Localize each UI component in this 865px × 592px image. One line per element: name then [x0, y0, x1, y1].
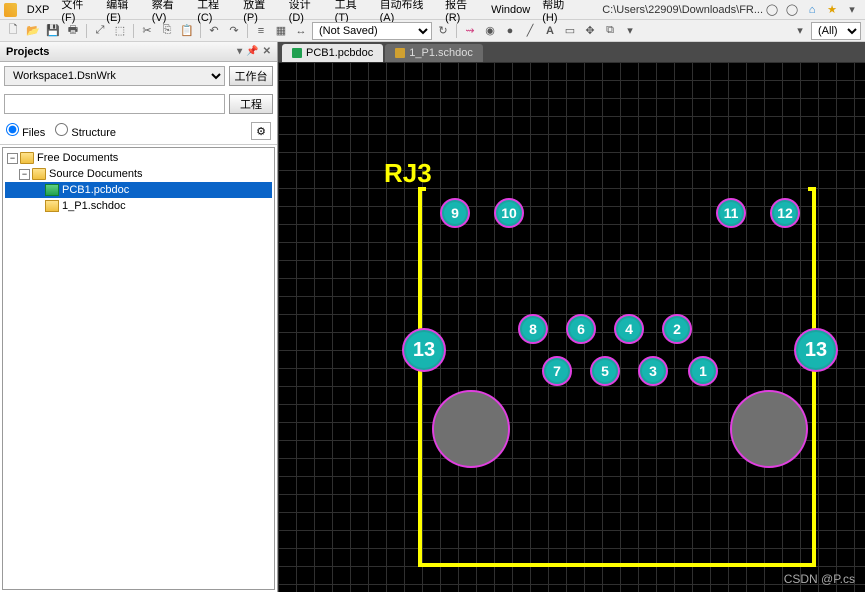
open-icon[interactable]: 📂	[24, 22, 42, 40]
redo-icon[interactable]: ↷	[225, 22, 243, 40]
menu-window[interactable]: Window	[485, 4, 536, 16]
via-icon[interactable]: ◉	[481, 22, 499, 40]
save-state-combo[interactable]: (Not Saved)	[312, 22, 432, 40]
menu-design[interactable]: 设计(D)	[283, 0, 329, 24]
tree-item-pcb[interactable]: PCB1.pcbdoc	[5, 182, 272, 198]
pad: 7	[542, 356, 572, 386]
home-icon[interactable]: ⌂	[803, 1, 821, 19]
projects-panel-header: Projects ▾ 📌 ✕	[0, 42, 277, 62]
line-icon[interactable]: ╱	[521, 22, 539, 40]
menubar: DXP 文件(F) 编辑(E) 察看(V) 工程(C) 放置(P) 设计(D) …	[0, 0, 865, 20]
radio-files[interactable]: Files	[6, 123, 45, 139]
pcb-doc-icon	[292, 48, 302, 58]
editor-area: PCB1.pcbdoc 1_P1.schdoc RJ3 131391011128…	[278, 42, 865, 592]
pad: 4	[614, 314, 644, 344]
cut-icon[interactable]: ✂	[138, 22, 156, 40]
pad: 2	[662, 314, 692, 344]
tree-root[interactable]: − Free Documents	[5, 150, 272, 166]
menu-view[interactable]: 察看(V)	[146, 0, 191, 24]
pcb-canvas[interactable]: RJ3 13 13 9 10 11 12 8642 7531 CSDN @P.cs	[278, 62, 865, 592]
zoom-fit-icon[interactable]: ⤢	[91, 22, 109, 40]
app-name: DXP	[21, 4, 56, 16]
pad: 10	[494, 198, 524, 228]
sch-doc-icon	[395, 48, 405, 58]
tree-src[interactable]: − Source Documents	[5, 166, 272, 182]
project-tree[interactable]: − Free Documents − Source Documents PCB1…	[2, 147, 275, 590]
pad: 13	[402, 328, 446, 372]
project-input[interactable]	[4, 94, 225, 114]
pad: 13	[794, 328, 838, 372]
move-icon[interactable]: ✥	[581, 22, 599, 40]
tree-item-sch[interactable]: 1_P1.schdoc	[5, 198, 272, 214]
folder-icon	[20, 152, 34, 164]
filter-chevron-icon[interactable]: ▾	[791, 22, 809, 40]
component-icon[interactable]: ⧉	[601, 22, 619, 40]
new-icon[interactable]: 🗋	[4, 22, 22, 40]
designator: RJ3	[384, 158, 432, 189]
tree-options-icon[interactable]: ⚙	[251, 122, 271, 140]
pad: 3	[638, 356, 668, 386]
pad-icon[interactable]: ●	[501, 22, 519, 40]
measure-icon[interactable]: ↔	[292, 22, 310, 40]
pad: 9	[440, 198, 470, 228]
print-icon[interactable]: 🖶	[64, 22, 82, 40]
workspace-select[interactable]: Workspace1.DsnWrk	[4, 66, 225, 86]
menu-file[interactable]: 文件(F)	[55, 0, 100, 24]
fill-icon[interactable]: ▭	[561, 22, 579, 40]
radio-structure[interactable]: Structure	[55, 123, 116, 139]
mounting-hole	[730, 390, 808, 468]
title-right-icons: ◯ ◯ ⌂ ★ ▾	[763, 1, 861, 19]
pad: 5	[590, 356, 620, 386]
text-icon[interactable]: A	[541, 22, 559, 40]
title-path: C:\Users\22909\Downloads\FR...	[602, 4, 763, 16]
menu-tools[interactable]: 工具(T)	[329, 0, 374, 24]
projects-panel: Projects ▾ 📌 ✕ Workspace1.DsnWrk 工作台 工程 …	[0, 42, 278, 592]
mounting-hole	[432, 390, 510, 468]
watermark: CSDN @P.cs	[784, 572, 855, 586]
layer-icon[interactable]: ≡	[252, 22, 270, 40]
route-icon[interactable]: ⇝	[461, 22, 479, 40]
collapse-icon[interactable]: −	[7, 153, 18, 164]
app-logo	[4, 3, 17, 17]
menu-help[interactable]: 帮助(H)	[536, 0, 582, 24]
sch-doc-icon	[45, 200, 59, 212]
nav-back-icon[interactable]: ◯	[763, 1, 781, 19]
panel-menu-icon[interactable]: ▾	[237, 46, 242, 57]
favorite-icon[interactable]: ★	[823, 1, 841, 19]
tab-pcb[interactable]: PCB1.pcbdoc	[282, 44, 383, 62]
zoom-area-icon[interactable]: ⬚	[111, 22, 129, 40]
panel-close-icon[interactable]: ✕	[263, 46, 271, 57]
tab-sch[interactable]: 1_P1.schdoc	[385, 44, 483, 62]
filter-combo[interactable]: (All)	[811, 22, 861, 40]
folder-icon	[32, 168, 46, 180]
grid-icon[interactable]: ▦	[272, 22, 290, 40]
refresh-icon[interactable]: ↻	[434, 22, 452, 40]
project-button[interactable]: 工程	[229, 94, 273, 114]
menu-place[interactable]: 放置(P)	[237, 0, 282, 24]
pad: 6	[566, 314, 596, 344]
pad: 12	[770, 198, 800, 228]
undo-icon[interactable]: ↶	[205, 22, 223, 40]
collapse-icon[interactable]: −	[19, 169, 30, 180]
menu-project[interactable]: 工程(C)	[191, 0, 237, 24]
document-tabs: PCB1.pcbdoc 1_P1.schdoc	[278, 42, 865, 62]
workspace-button[interactable]: 工作台	[229, 66, 273, 86]
component-outline-top-right	[808, 187, 816, 191]
projects-panel-title: Projects	[6, 46, 49, 58]
panel-pin-icon[interactable]: 📌	[246, 46, 258, 57]
nav-fwd-icon[interactable]: ◯	[783, 1, 801, 19]
copy-icon[interactable]: ⎘	[158, 22, 176, 40]
menu-edit[interactable]: 编辑(E)	[100, 0, 145, 24]
paste-icon[interactable]: 📋	[178, 22, 196, 40]
save-icon[interactable]: 💾	[44, 22, 62, 40]
pad: 8	[518, 314, 548, 344]
menu-report[interactable]: 报告(R)	[439, 0, 485, 24]
pad: 1	[688, 356, 718, 386]
dropdown-icon[interactable]: ▾	[843, 1, 861, 19]
pad: 11	[716, 198, 746, 228]
menu-autoroute[interactable]: 自动布线(A)	[374, 0, 440, 24]
more-icon[interactable]: ▾	[621, 22, 639, 40]
pcb-doc-icon	[45, 184, 59, 196]
